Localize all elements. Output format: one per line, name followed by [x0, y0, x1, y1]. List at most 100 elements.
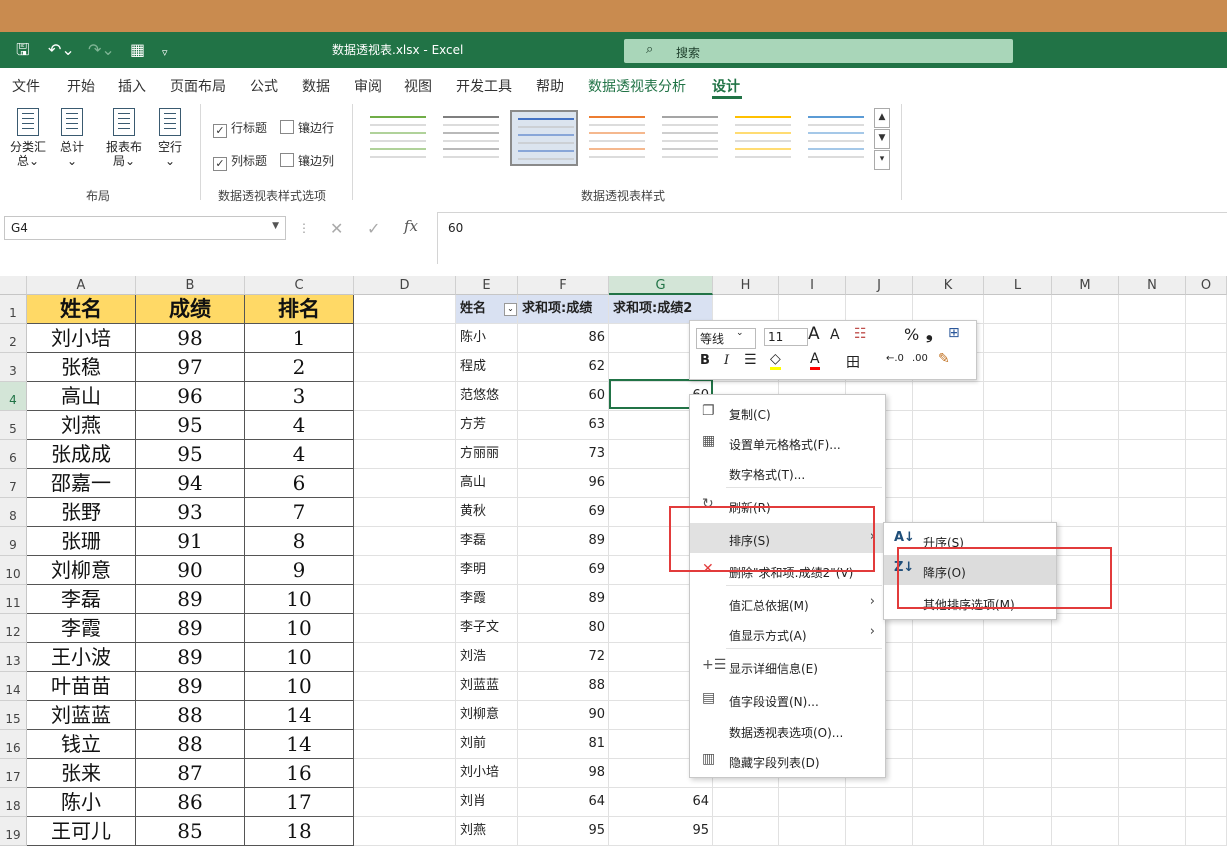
pivot-cell-name[interactable]: 刘燕: [456, 817, 518, 846]
empty-cell[interactable]: [354, 556, 456, 585]
row-header-8[interactable]: 8: [0, 498, 27, 527]
pivot-style-tile[interactable]: [729, 110, 797, 166]
row-header-17[interactable]: 17: [0, 759, 27, 788]
column-header-h[interactable]: H: [713, 276, 779, 295]
empty-cell[interactable]: [354, 788, 456, 817]
subtotals-button[interactable]: 分类汇 总⌄: [8, 108, 48, 168]
column-header-j[interactable]: J: [846, 276, 913, 295]
empty-cell[interactable]: [984, 701, 1052, 730]
empty-cell[interactable]: [354, 382, 456, 411]
empty-cell[interactable]: [913, 440, 984, 469]
search-box[interactable]: ⌕ 搜索: [624, 39, 1013, 63]
empty-cell[interactable]: [354, 469, 456, 498]
empty-cell[interactable]: [913, 701, 984, 730]
table-cell[interactable]: 张来: [27, 759, 136, 788]
blank-rows-button[interactable]: 空行 ⌄: [152, 108, 188, 168]
pivot-cell-name[interactable]: 黄秋: [456, 498, 518, 527]
table-cell[interactable]: 刘柳意: [27, 556, 136, 585]
gallery-scroll-down-icon[interactable]: ▼: [874, 129, 890, 149]
empty-cell[interactable]: [354, 324, 456, 353]
pivot-style-tile[interactable]: [510, 110, 578, 166]
increase-decimal-icon[interactable]: ←.0: [886, 353, 904, 364]
empty-cell[interactable]: [779, 788, 846, 817]
empty-cell[interactable]: [913, 411, 984, 440]
table-cell[interactable]: 18: [245, 817, 354, 846]
empty-cell[interactable]: [713, 788, 779, 817]
pivot-cell-name[interactable]: 李磊: [456, 527, 518, 556]
empty-cell[interactable]: [1186, 701, 1227, 730]
empty-cell[interactable]: [1186, 382, 1227, 411]
context-item-1[interactable]: ▦ 设置单元格格式(F)...: [690, 427, 885, 457]
empty-cell[interactable]: [713, 817, 779, 846]
context-item-10[interactable]: 数据透视表选项(O)...: [690, 715, 885, 745]
table-cell[interactable]: 张成成: [27, 440, 136, 469]
table-cell[interactable]: 95: [136, 411, 245, 440]
empty-cell[interactable]: [984, 730, 1052, 759]
pivot-cell-sum[interactable]: 60: [518, 382, 609, 411]
table-header-cell[interactable]: 排名: [245, 295, 354, 324]
table-cell[interactable]: 10: [245, 672, 354, 701]
row-header-5[interactable]: 5: [0, 411, 27, 440]
bold-icon[interactable]: B: [700, 353, 710, 368]
empty-cell[interactable]: [984, 469, 1052, 498]
empty-cell[interactable]: [354, 643, 456, 672]
tab-pivot-analyze[interactable]: 数据透视表分析: [588, 76, 686, 96]
tab-review[interactable]: 审阅: [354, 76, 382, 96]
empty-cell[interactable]: [984, 788, 1052, 817]
pivot-cell-name[interactable]: 李霞: [456, 585, 518, 614]
pivot-cell-sum[interactable]: 69: [518, 556, 609, 585]
empty-cell[interactable]: [354, 585, 456, 614]
empty-cell[interactable]: [984, 643, 1052, 672]
pivot-cell-sum[interactable]: 80: [518, 614, 609, 643]
table-cell[interactable]: 17: [245, 788, 354, 817]
decrease-decimal-icon[interactable]: .00: [912, 353, 928, 364]
empty-cell[interactable]: [1119, 672, 1186, 701]
pivot-style-tile[interactable]: [583, 110, 651, 166]
table-cell[interactable]: 王可儿: [27, 817, 136, 846]
empty-cell[interactable]: [1186, 324, 1227, 353]
font-name-box[interactable]: 等线: [696, 328, 756, 349]
context-item-2[interactable]: 数字格式(T)...: [690, 457, 885, 487]
pivot-style-tile[interactable]: [802, 110, 870, 166]
empty-cell[interactable]: [913, 643, 984, 672]
row-header-1[interactable]: 1: [0, 295, 27, 324]
empty-cell[interactable]: [1119, 788, 1186, 817]
pivot-style-tile[interactable]: [437, 110, 505, 166]
tab-view[interactable]: 视图: [404, 76, 432, 96]
table-cell[interactable]: 97: [136, 353, 245, 382]
row-header-4[interactable]: 4: [0, 382, 27, 411]
empty-cell[interactable]: [846, 817, 913, 846]
row-header-14[interactable]: 14: [0, 672, 27, 701]
table-cell[interactable]: 16: [245, 759, 354, 788]
row-header-10[interactable]: 10: [0, 556, 27, 585]
row-header-3[interactable]: 3: [0, 353, 27, 382]
pivot-cell-sum[interactable]: 62: [518, 353, 609, 382]
empty-cell[interactable]: [846, 788, 913, 817]
table-cell[interactable]: 95: [136, 440, 245, 469]
empty-cell[interactable]: [984, 672, 1052, 701]
table-cell[interactable]: 邵嘉一: [27, 469, 136, 498]
table-cell[interactable]: 陈小: [27, 788, 136, 817]
grand-totals-button[interactable]: 总计 ⌄: [54, 108, 90, 168]
context-item-0[interactable]: ❐ 复制(C): [690, 397, 885, 427]
context-item-8[interactable]: +☰ 显示详细信息(E): [690, 651, 885, 681]
empty-cell[interactable]: [984, 817, 1052, 846]
italic-icon[interactable]: I: [724, 353, 729, 368]
percent-icon[interactable]: %: [904, 325, 919, 344]
empty-cell[interactable]: [913, 788, 984, 817]
pivot-cell-name[interactable]: 刘小培: [456, 759, 518, 788]
table-cell[interactable]: 9: [245, 556, 354, 585]
column-header-m[interactable]: M: [1052, 276, 1119, 295]
customize-quick-access-icon[interactable]: ▿: [162, 44, 168, 62]
pivot-cell-sum[interactable]: 69: [518, 498, 609, 527]
tab-developer[interactable]: 开发工具: [456, 76, 512, 96]
save-icon[interactable]: 🖫: [16, 41, 30, 59]
table-cell[interactable]: 张野: [27, 498, 136, 527]
pivot-cell-sum[interactable]: 95: [518, 817, 609, 846]
column-header-g[interactable]: G: [609, 276, 713, 295]
table-cell[interactable]: 高山: [27, 382, 136, 411]
empty-cell[interactable]: [1186, 353, 1227, 382]
empty-cell[interactable]: [1119, 440, 1186, 469]
form-icon[interactable]: ▦: [130, 41, 145, 59]
table-cell[interactable]: 10: [245, 614, 354, 643]
